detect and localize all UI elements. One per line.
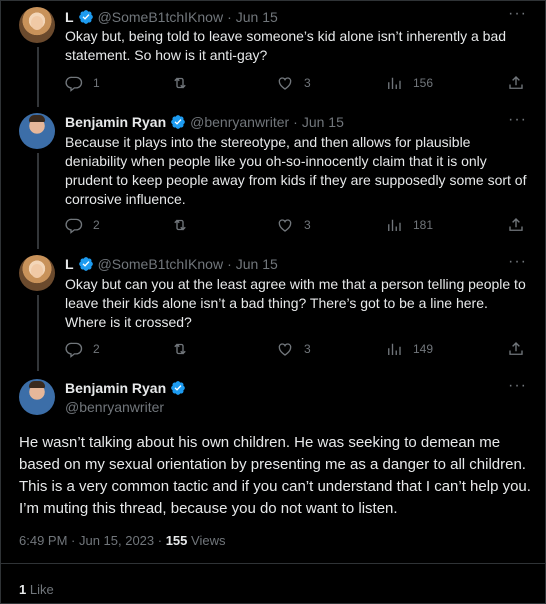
tweet-timestamp[interactable]: 6:49 PM · Jun 15, 2023 · <box>19 533 166 548</box>
retweet-icon <box>174 343 186 355</box>
reply-count: 2 <box>93 342 100 356</box>
retweet-button[interactable] <box>171 74 199 92</box>
reply-count: 1 <box>93 76 100 90</box>
author-handle[interactable]: @SomeB1tchIKnow <box>98 256 224 272</box>
like-count: 3 <box>304 76 311 90</box>
thread-connector <box>37 47 39 107</box>
tweet-date[interactable]: Jun 15 <box>236 256 278 272</box>
more-options-icon[interactable]: ··· <box>508 111 527 129</box>
separator-dot: · <box>227 9 232 25</box>
author-handle-row: @benryanwriter <box>65 397 164 417</box>
avatar[interactable] <box>19 255 55 291</box>
tweet-header: L @SomeB1tchIKnow · Jun 15 <box>65 254 278 274</box>
tweet-text: He wasn’t talking about his own children… <box>19 434 531 517</box>
avatar[interactable] <box>19 7 55 43</box>
verified-badge-icon <box>170 380 186 396</box>
tweet-date[interactable]: Jun 15 <box>302 114 344 130</box>
author-name[interactable]: Benjamin Ryan <box>65 380 166 396</box>
share-button[interactable] <box>507 216 525 234</box>
author-handle[interactable]: @benryanwriter <box>65 399 164 415</box>
like-button[interactable]: 3 <box>276 74 311 92</box>
tweet-metadata: 6:49 PM · Jun 15, 2023 · 155 Views <box>19 533 225 548</box>
views-button[interactable]: 156 <box>385 74 433 92</box>
analytics-icon <box>388 343 401 355</box>
tweet-actions: 2 3 149 <box>65 339 525 359</box>
likes-summary[interactable]: 1 Like <box>19 582 54 597</box>
tweet-text: Because it plays into the stereotype, an… <box>65 134 527 207</box>
tweet-actions: 1 3 156 <box>65 73 525 93</box>
reply-button[interactable]: 2 <box>65 216 100 234</box>
more-options-icon[interactable]: ··· <box>508 377 527 395</box>
share-button[interactable] <box>507 340 525 358</box>
retweet-icon <box>174 219 186 231</box>
tweet-header: Benjamin Ryan @benryanwriter · Jun 15 <box>65 112 344 132</box>
verified-badge-icon <box>78 9 94 25</box>
more-options-icon[interactable]: ··· <box>508 253 527 271</box>
views-button[interactable]: 181 <box>385 216 433 234</box>
share-icon <box>509 342 523 355</box>
retweet-button[interactable] <box>171 340 199 358</box>
views-button[interactable]: 149 <box>385 340 433 358</box>
tweet-header: L @SomeB1tchIKnow · Jun 15 <box>65 7 278 27</box>
author-handle[interactable]: @benryanwriter <box>190 114 289 130</box>
retweet-icon <box>174 77 186 89</box>
more-options-icon[interactable]: ··· <box>508 5 527 23</box>
reply-icon <box>65 342 83 358</box>
thread-connector <box>37 153 39 249</box>
verified-badge-icon <box>170 114 186 130</box>
author-name[interactable]: L <box>65 256 74 272</box>
heart-icon <box>278 219 292 232</box>
verified-badge-icon <box>78 256 94 272</box>
view-count: 181 <box>413 218 434 232</box>
reply-icon <box>65 76 83 92</box>
conversation-thread: L @SomeB1tchIKnow · Jun 15 ··· Okay but,… <box>0 0 546 604</box>
avatar[interactable] <box>19 113 55 149</box>
views-count: 155 <box>165 533 188 548</box>
tweet-header: Benjamin Ryan <box>65 378 186 398</box>
reply-count: 2 <box>93 218 100 232</box>
heart-icon <box>278 77 292 90</box>
author-name[interactable]: L <box>65 9 74 25</box>
tweet-date[interactable]: Jun 15 <box>236 9 278 25</box>
tweet-text: Okay but, being told to leave someone’s … <box>65 28 507 63</box>
thread-connector <box>37 295 39 371</box>
divider <box>1 563 545 564</box>
like-button[interactable]: 3 <box>276 340 311 358</box>
view-count: 149 <box>413 342 434 356</box>
view-count: 156 <box>413 76 434 90</box>
avatar[interactable] <box>19 379 55 415</box>
share-icon <box>509 218 523 231</box>
like-count: 3 <box>304 218 311 232</box>
tweet-text: Okay but can you at the least agree with… <box>65 276 526 330</box>
author-name[interactable]: Benjamin Ryan <box>65 114 166 130</box>
separator-dot: · <box>293 114 298 130</box>
heart-icon <box>278 343 292 356</box>
retweet-button[interactable] <box>171 216 199 234</box>
reply-icon <box>65 218 83 234</box>
like-count: 3 <box>304 342 311 356</box>
likes-label: Like <box>26 582 54 597</box>
views-label: Views <box>187 533 226 548</box>
analytics-icon <box>388 219 401 231</box>
share-icon <box>509 76 523 89</box>
reply-button[interactable]: 2 <box>65 340 100 358</box>
separator-dot: · <box>227 256 232 272</box>
share-button[interactable] <box>507 74 525 92</box>
analytics-icon <box>388 77 401 89</box>
reply-button[interactable]: 1 <box>65 74 100 92</box>
like-button[interactable]: 3 <box>276 216 311 234</box>
tweet-actions: 2 3 181 <box>65 215 525 235</box>
author-handle[interactable]: @SomeB1tchIKnow <box>98 9 224 25</box>
